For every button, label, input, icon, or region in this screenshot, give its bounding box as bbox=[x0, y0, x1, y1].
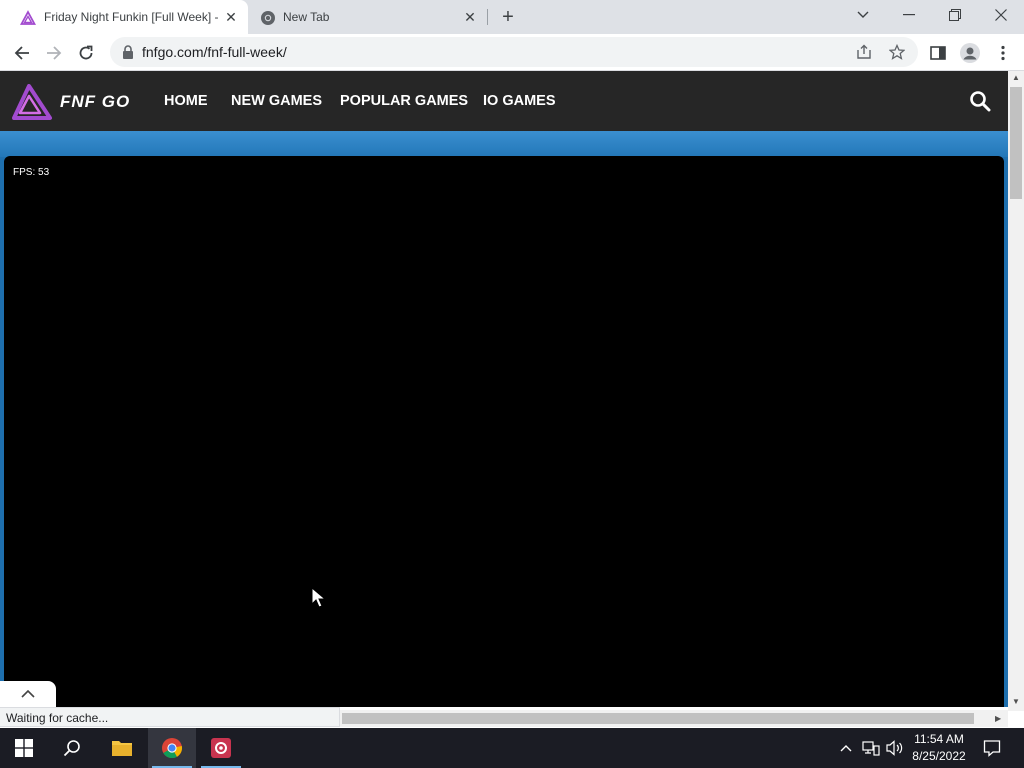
scroll-up-arrow-icon[interactable]: ▲ bbox=[1012, 73, 1020, 82]
start-button[interactable] bbox=[0, 728, 48, 768]
forward-arrow-icon[interactable] bbox=[42, 41, 66, 65]
mouse-cursor-icon bbox=[311, 587, 327, 608]
site-header: FNF GO HOME NEW GAMES POPULAR GAMES IO G… bbox=[0, 71, 1008, 131]
menu-dots-icon[interactable] bbox=[991, 41, 1015, 65]
tab-friday-night-funkin[interactable]: Friday Night Funkin [Full Week] - ✕ bbox=[0, 0, 248, 34]
app-icon bbox=[211, 738, 231, 758]
nav-io-games[interactable]: IO GAMES bbox=[483, 93, 556, 109]
chevron-up-icon bbox=[21, 690, 35, 698]
page-viewport: FNF GO HOME NEW GAMES POPULAR GAMES IO G… bbox=[0, 71, 1008, 707]
volume-icon[interactable] bbox=[884, 728, 906, 768]
show-hidden-icons-chevron-icon[interactable] bbox=[836, 728, 856, 768]
app-taskbar-button[interactable] bbox=[197, 728, 245, 768]
tab-close-icon[interactable]: ✕ bbox=[462, 9, 478, 25]
system-clock[interactable]: 11:54 AM 8/25/2022 bbox=[905, 731, 973, 765]
status-bubble: Waiting for cache... bbox=[0, 707, 340, 727]
fnf-go-logo-icon[interactable] bbox=[12, 84, 52, 120]
nav-new-games[interactable]: NEW GAMES bbox=[231, 93, 322, 109]
vertical-scrollbar[interactable]: ▲ ▼ bbox=[1008, 71, 1024, 711]
game-canvas[interactable]: FPS: 53 bbox=[4, 156, 1004, 707]
search-icon bbox=[63, 740, 80, 757]
scroll-right-arrow-icon[interactable]: ▶ bbox=[995, 714, 1001, 723]
horizontal-scrollbar[interactable]: ▶ bbox=[340, 710, 1008, 727]
file-explorer-button[interactable] bbox=[98, 728, 146, 768]
side-panel-icon[interactable] bbox=[926, 41, 950, 65]
minimize-icon[interactable] bbox=[886, 0, 932, 30]
vertical-scroll-thumb[interactable] bbox=[1010, 87, 1022, 199]
reload-icon[interactable] bbox=[74, 41, 98, 65]
new-tab-button[interactable]: + bbox=[498, 7, 518, 27]
search-icon[interactable] bbox=[969, 90, 991, 112]
restore-icon[interactable] bbox=[932, 0, 978, 30]
bookmark-star-icon[interactable] bbox=[889, 44, 905, 60]
folder-icon bbox=[112, 741, 132, 756]
address-bar[interactable]: fnfgo.com/fnf-full-week/ bbox=[110, 37, 918, 67]
site-logo-text[interactable]: FNF GO bbox=[60, 92, 130, 112]
taskbar-search-button[interactable] bbox=[48, 728, 96, 768]
lock-icon[interactable] bbox=[122, 45, 134, 59]
back-arrow-icon[interactable] bbox=[10, 41, 34, 65]
tab-title: New Tab bbox=[283, 10, 330, 24]
profile-avatar-icon[interactable] bbox=[958, 41, 982, 65]
browser-toolbar: fnfgo.com/fnf-full-week/ bbox=[0, 34, 1024, 71]
tab-separator bbox=[487, 9, 488, 25]
page-banner bbox=[0, 131, 1008, 157]
notification-icon[interactable] bbox=[980, 728, 1004, 768]
fps-counter: FPS: 53 bbox=[13, 167, 50, 178]
nav-popular-games[interactable]: POPULAR GAMES bbox=[340, 93, 468, 109]
horizontal-scroll-thumb[interactable] bbox=[342, 713, 974, 724]
chrome-icon bbox=[162, 738, 183, 759]
tab-new-tab[interactable]: New Tab ✕ bbox=[248, 0, 488, 34]
scroll-down-arrow-icon[interactable]: ▼ bbox=[1012, 697, 1020, 706]
tab-strip: Friday Night Funkin [Full Week] - ✕ New … bbox=[0, 0, 1024, 34]
chrome-favicon-icon bbox=[261, 11, 275, 25]
nav-home[interactable]: HOME bbox=[164, 93, 208, 109]
url-text[interactable]: fnfgo.com/fnf-full-week/ bbox=[142, 45, 287, 60]
fnf-favicon-icon bbox=[20, 10, 36, 25]
tab-title: Friday Night Funkin [Full Week] - bbox=[44, 10, 219, 24]
windows-logo-icon bbox=[15, 739, 33, 757]
clock-time: 11:54 AM bbox=[914, 732, 964, 746]
tab-close-icon[interactable]: ✕ bbox=[223, 9, 239, 25]
clock-date: 8/25/2022 bbox=[912, 749, 966, 763]
share-icon[interactable] bbox=[856, 44, 872, 60]
network-icon[interactable] bbox=[860, 728, 882, 768]
taskbar: 11:54 AM 8/25/2022 bbox=[0, 728, 1024, 768]
chrome-taskbar-button[interactable] bbox=[148, 728, 196, 768]
tab-search-icon[interactable] bbox=[840, 0, 886, 30]
close-window-icon[interactable] bbox=[978, 0, 1024, 30]
expand-button[interactable] bbox=[0, 681, 56, 707]
